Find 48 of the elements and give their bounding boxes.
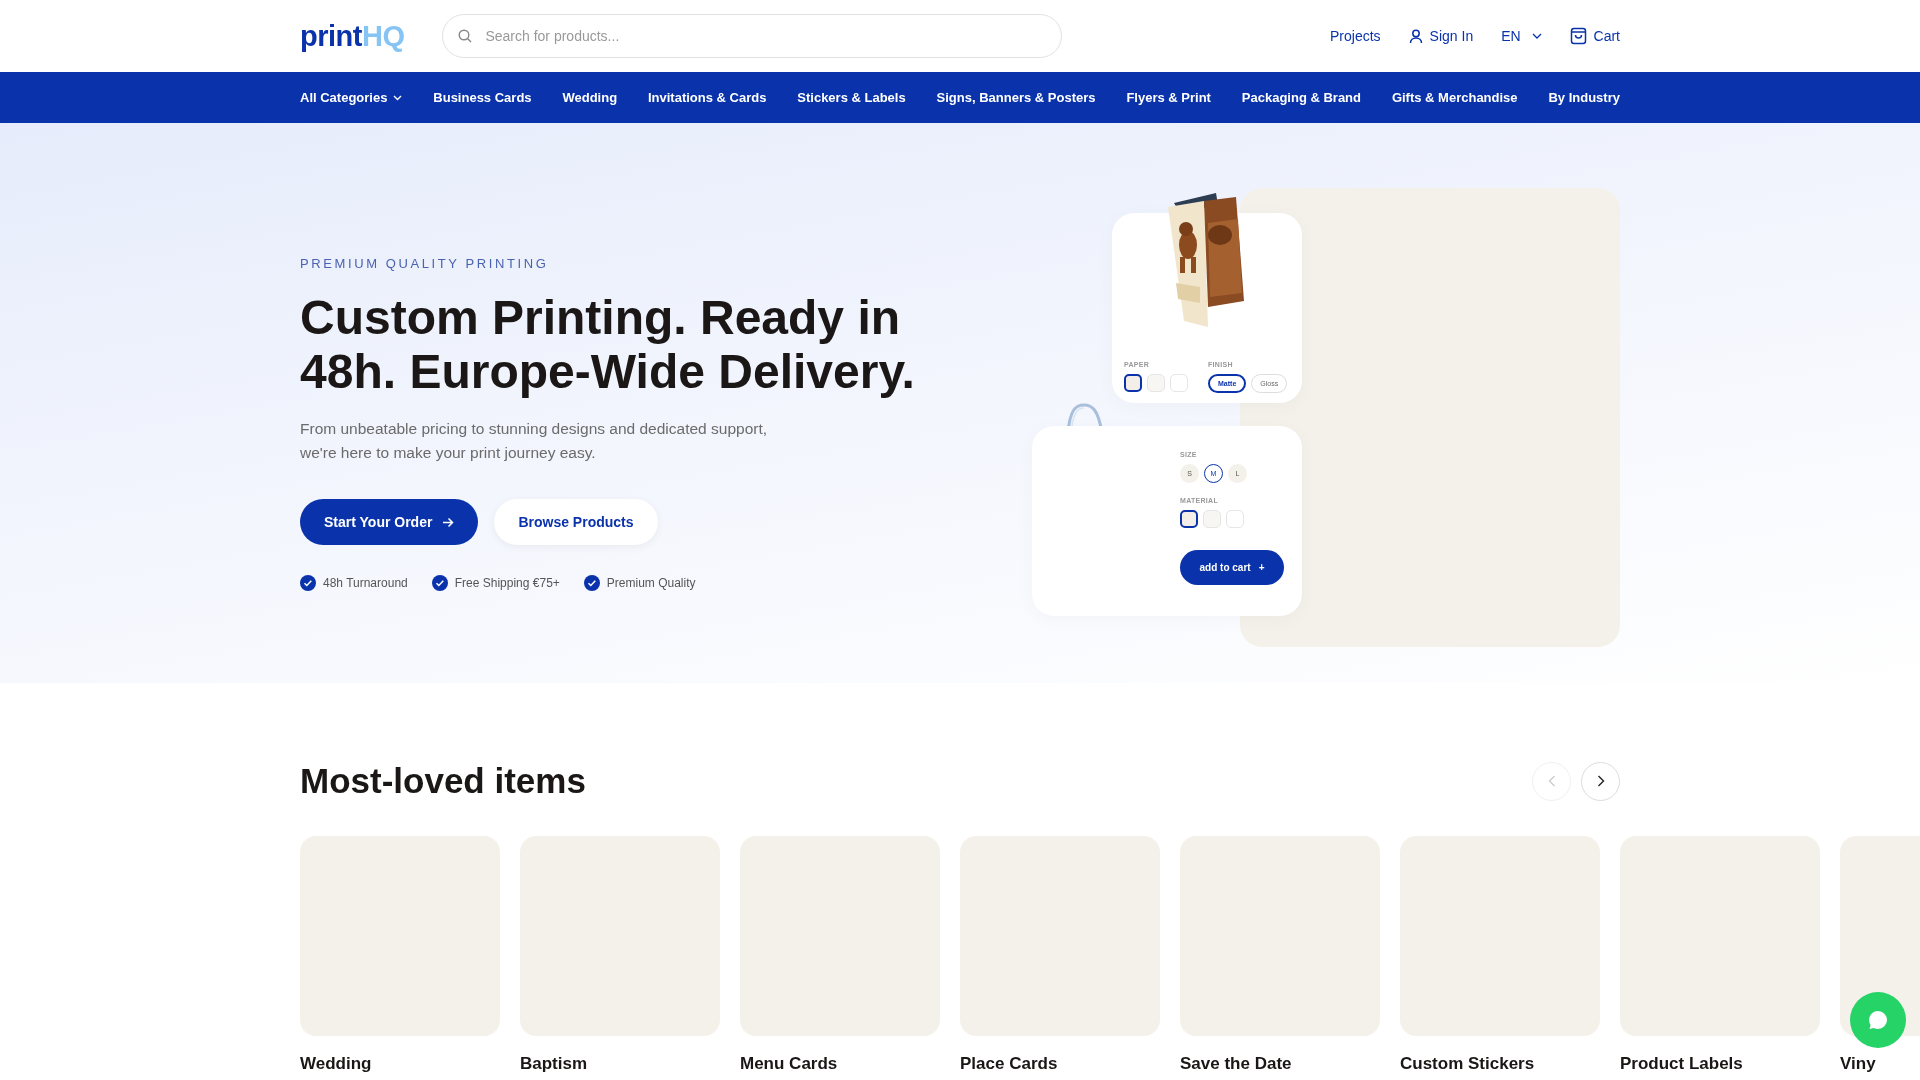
category-link[interactable]: Business Cards xyxy=(433,90,532,105)
chevron-right-icon xyxy=(1596,775,1605,787)
category-link[interactable]: Wedding xyxy=(562,90,618,105)
shopping-bag-icon xyxy=(1569,27,1587,45)
product-title[interactable]: Menu Cards xyxy=(740,1054,838,1074)
category-link[interactable]: Flyers & Print xyxy=(1126,90,1211,105)
color-swatch[interactable] xyxy=(1180,510,1198,528)
browse-products-button[interactable]: Browse Products xyxy=(494,499,658,545)
feature-text: 48h Turnaround xyxy=(323,576,408,590)
chat-bubble-icon xyxy=(1867,1009,1889,1031)
search-field[interactable]: Search for products... xyxy=(442,14,1063,58)
category-link[interactable]: Signs, Banners & Posters xyxy=(936,90,1096,105)
cart-link[interactable]: Cart xyxy=(1569,27,1620,45)
nav-link[interactable]: Projects xyxy=(1330,28,1381,44)
hero-title: Custom Printing. Ready in 48h. Europe-Wide Delivery. xyxy=(300,291,916,399)
product-title[interactable]: Product Labels xyxy=(1620,1054,1743,1074)
product-title[interactable]: Save the Date xyxy=(1180,1054,1292,1074)
category-link[interactable]: Stickers & Labels xyxy=(797,90,906,105)
feature-text: Free Shipping €75+ xyxy=(454,576,560,590)
category-link[interactable]: All Categories xyxy=(300,90,403,105)
chevron-down-icon xyxy=(1531,33,1542,39)
product-title[interactable]: Wedding xyxy=(300,1054,372,1074)
category-link[interactable]: Gifts & Merchandise xyxy=(1391,90,1518,105)
check-icon xyxy=(583,575,600,591)
sign-in-link[interactable]: Sign In xyxy=(1408,28,1474,44)
feature-text: Premium Quality xyxy=(606,576,696,590)
category-link[interactable]: Packaging & Brand xyxy=(1241,90,1361,105)
product-title[interactable]: Place Cards xyxy=(960,1054,1058,1074)
product-title[interactable]: Viny xyxy=(1840,1054,1876,1074)
category-link[interactable]: By Industry xyxy=(1548,90,1620,105)
product-title[interactable]: Baptism xyxy=(520,1054,588,1074)
chevron-down-icon xyxy=(393,94,403,101)
user-icon xyxy=(1408,28,1423,44)
arrow-right-icon xyxy=(442,516,455,528)
category-link[interactable]: Invitations & Cards xyxy=(647,90,767,105)
section-title: Most-loved items xyxy=(300,761,586,801)
next-button[interactable] xyxy=(1581,761,1620,801)
hero-subtitle: From unbeatable pricing to stunning designs and dedicated support, we're here to make your print journey easy. xyxy=(300,419,769,463)
logo[interactable]: printHQ xyxy=(300,19,405,53)
add-to-cart-button[interactable]: add to cart + xyxy=(1180,550,1284,585)
check-icon xyxy=(431,575,448,591)
language-selector[interactable]: EN xyxy=(1501,28,1542,44)
eyebrow-text: PREMIUM QUALITY PRINTING xyxy=(300,256,550,271)
chevron-left-icon xyxy=(1547,775,1556,787)
check-icon xyxy=(300,575,316,591)
start-order-button[interactable]: Start Your Order xyxy=(300,499,479,545)
product-title[interactable]: Custom Stickers xyxy=(1400,1054,1535,1074)
color-swatch[interactable] xyxy=(1124,374,1142,392)
